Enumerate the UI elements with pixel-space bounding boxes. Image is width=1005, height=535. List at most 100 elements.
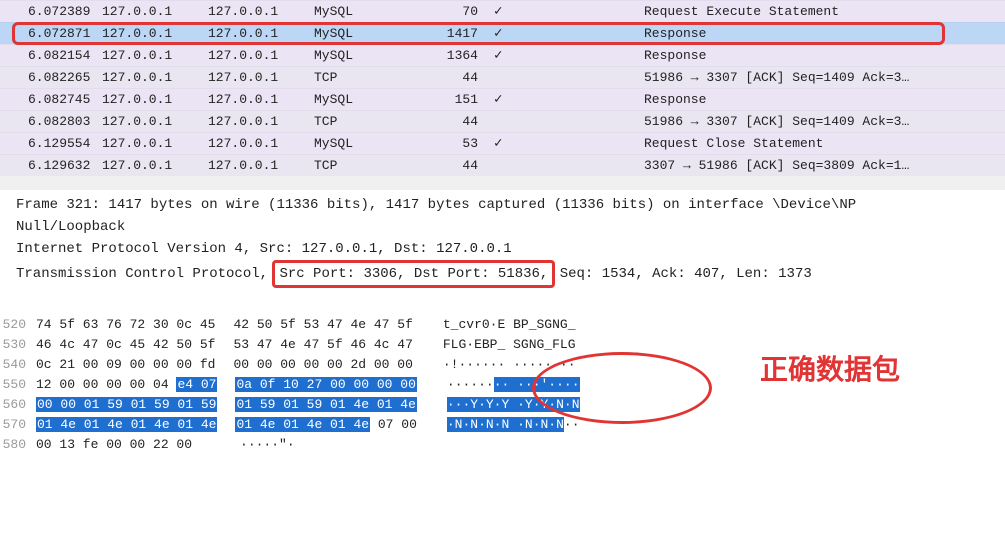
time-cell: 6.072871 [0,26,102,41]
len-cell: 1364 [404,48,494,63]
hex-bytes-b: 53 47 4e 47 5f 46 4c 47 [233,337,412,352]
dst-cell: 127.0.0.1 [208,136,314,151]
pane-separator [0,176,1005,190]
info-cell: Response [644,92,1005,107]
packet-row[interactable]: 6.082154127.0.0.1127.0.0.1MySQL1364✓Resp… [0,44,1005,66]
hex-row[interactable]: 57001 4e 01 4e 01 4e 01 4e01 4e 01 4e 01… [2,414,1005,434]
hex-ascii: t_cvr0·E BP_SGNG_ [413,317,576,332]
proto-cell: MySQL [314,48,404,63]
dst-cell: 127.0.0.1 [208,70,314,85]
hex-ascii: ·N·N·N·N ·N·N·N·· [417,417,580,432]
len-cell: 70 [404,4,494,19]
detail-frame[interactable]: Frame 321: 1417 bytes on wire (11336 bit… [16,194,1005,216]
detail-null-loopback[interactable]: Null/Loopback [16,216,1005,238]
src-cell: 127.0.0.1 [102,48,208,63]
src-cell: 127.0.0.1 [102,4,208,19]
src-cell: 127.0.0.1 [102,158,208,173]
proto-cell: TCP [314,114,404,129]
info-cell: 51986 → 3307 [ACK] Seq=1409 Ack=3… [644,70,1005,85]
hex-offset: 530 [2,337,36,352]
detail-tcp-suffix: Seq: 1534, Ack: 407, Len: 1373 [560,266,812,282]
packet-row[interactable]: 6.072871127.0.0.1127.0.0.1MySQL1417✓Resp… [0,22,1005,44]
info-cell: Request Execute Statement [644,4,1005,19]
packet-detail-pane[interactable]: Frame 321: 1417 bytes on wire (11336 bit… [0,190,1005,314]
detail-tcp-prefix: Transmission Control Protocol, [16,266,268,282]
check-cell: ✓ [494,47,644,64]
time-cell: 6.082745 [0,92,102,107]
hex-offset: 540 [2,357,36,372]
hex-ascii: ·····"· [210,437,295,452]
packet-list[interactable]: 6.072389127.0.0.1127.0.0.1MySQL70✓Reques… [0,0,1005,176]
hex-ascii: FLG·EBP_ SGNG_FLG [413,337,576,352]
hex-bytes-a: 12 00 00 00 00 04 e4 07 [36,377,217,392]
proto-cell: TCP [314,158,404,173]
src-cell: 127.0.0.1 [102,26,208,41]
hex-offset: 570 [2,417,36,432]
dst-cell: 127.0.0.1 [208,114,314,129]
check-cell: ✓ [494,3,644,20]
detail-spacer: . [16,288,1005,310]
len-cell: 44 [404,158,494,173]
hex-dump-pane[interactable]: 正确数据包 52074 5f 63 76 72 30 0c 45 42 50 5f… [0,314,1005,454]
hex-bytes-a: 00 00 01 59 01 59 01 59 [36,397,217,412]
packet-row[interactable]: 6.082803127.0.0.1127.0.0.1TCP4451986 → 3… [0,110,1005,132]
time-cell: 6.072389 [0,4,102,19]
src-cell: 127.0.0.1 [102,92,208,107]
packet-row[interactable]: 6.082265127.0.0.1127.0.0.1TCP4451986 → 3… [0,66,1005,88]
proto-cell: MySQL [314,136,404,151]
dst-cell: 127.0.0.1 [208,26,314,41]
hex-bytes-b: 01 4e 01 4e 01 4e 07 00 [235,417,416,432]
time-cell: 6.129632 [0,158,102,173]
len-cell: 151 [404,92,494,107]
hex-bytes-b: 01 59 01 59 01 4e 01 4e [235,397,416,412]
dst-cell: 127.0.0.1 [208,158,314,173]
time-cell: 6.082803 [0,114,102,129]
hex-ascii: ···Y·Y·Y ·Y·Y·N·N [417,397,580,412]
hex-bytes-a: 46 4c 47 0c 45 42 50 5f [36,337,215,352]
proto-cell: MySQL [314,4,404,19]
len-cell: 53 [404,136,494,151]
len-cell: 1417 [404,26,494,41]
dst-cell: 127.0.0.1 [208,4,314,19]
hex-bytes-a: 00 13 fe 00 00 22 00 [36,437,192,452]
packet-row[interactable]: 6.072389127.0.0.1127.0.0.1MySQL70✓Reques… [0,0,1005,22]
detail-tcp[interactable]: Transmission Control Protocol, Src Port:… [16,260,1005,288]
hex-bytes-a: 74 5f 63 76 72 30 0c 45 [36,317,215,332]
proto-cell: MySQL [314,92,404,107]
info-cell: Response [644,48,1005,63]
hex-bytes-a: 0c 21 00 09 00 00 00 fd [36,357,215,372]
hex-row[interactable]: 56000 00 01 59 01 59 01 59 01 59 01 59 01… [2,394,1005,414]
src-cell: 127.0.0.1 [102,70,208,85]
detail-ipv4[interactable]: Internet Protocol Version 4, Src: 127.0.… [16,238,1005,260]
hex-ascii: ·!······ ·····-·· [413,357,576,372]
hex-bytes-b: 0a 0f 10 27 00 00 00 00 [235,377,416,392]
packet-row[interactable]: 6.129632127.0.0.1127.0.0.1TCP443307 → 51… [0,154,1005,176]
hex-bytes-b: 00 00 00 00 00 2d 00 00 [233,357,412,372]
check-cell: ✓ [494,135,644,152]
check-cell: ✓ [494,91,644,108]
hex-row[interactable]: 58000 13 fe 00 00 22 00 ·····"· [2,434,1005,454]
packet-row[interactable]: 6.082745127.0.0.1127.0.0.1MySQL151✓Respo… [0,88,1005,110]
hex-offset: 580 [2,437,36,452]
proto-cell: TCP [314,70,404,85]
hex-bytes-b: 42 50 5f 53 47 4e 47 5f [233,317,412,332]
dst-cell: 127.0.0.1 [208,48,314,63]
hex-row[interactable]: 52074 5f 63 76 72 30 0c 45 42 50 5f 53 47… [2,314,1005,334]
hex-offset: 550 [2,377,36,392]
hex-offset: 520 [2,317,36,332]
time-cell: 6.129554 [0,136,102,151]
proto-cell: MySQL [314,26,404,41]
check-cell: ✓ [494,25,644,42]
src-cell: 127.0.0.1 [102,114,208,129]
info-cell: 3307 → 51986 [ACK] Seq=3809 Ack=1… [644,158,1005,173]
hex-offset: 560 [2,397,36,412]
highlight-ports-box: Src Port: 3306, Dst Port: 51836, [272,260,555,288]
annotation-label: 正确数据包 [760,348,900,388]
info-cell: Response [644,26,1005,41]
len-cell: 44 [404,114,494,129]
packet-row[interactable]: 6.129554127.0.0.1127.0.0.1MySQL53✓Reques… [0,132,1005,154]
hex-ascii: ········ ···'···· [417,377,580,392]
info-cell: 51986 → 3307 [ACK] Seq=1409 Ack=3… [644,114,1005,129]
len-cell: 44 [404,70,494,85]
time-cell: 6.082265 [0,70,102,85]
